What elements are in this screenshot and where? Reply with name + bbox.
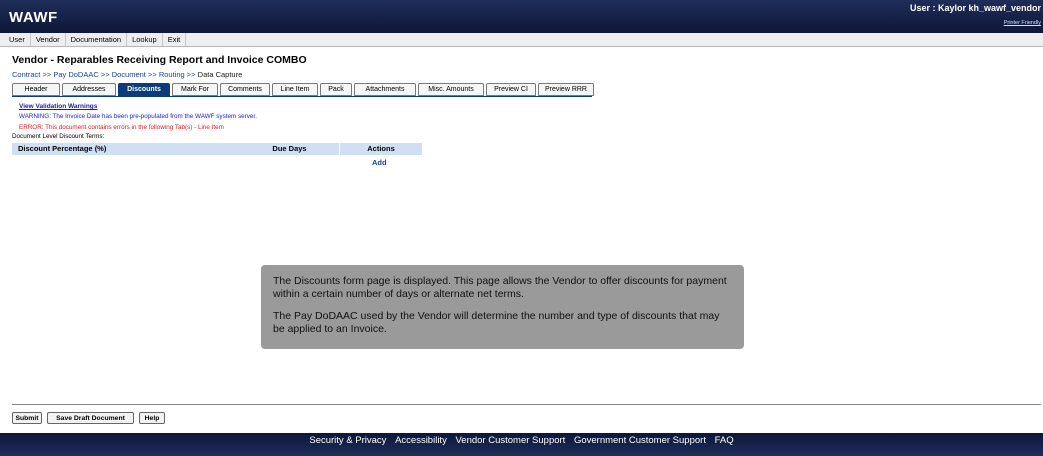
tab-line-item[interactable]: Line Item	[272, 83, 318, 96]
tab-addresses[interactable]: Addresses	[62, 83, 116, 96]
divider	[12, 404, 1041, 405]
tab-preview-rrr[interactable]: Preview RRR	[538, 83, 594, 96]
tab-discounts[interactable]: Discounts	[118, 83, 170, 96]
tab-comments[interactable]: Comments	[220, 83, 270, 96]
breadcrumb-current: Data Capture	[197, 70, 243, 79]
menu-bar: User Vendor Documentation Lookup Exit	[0, 33, 1043, 47]
printer-friendly-link[interactable]: Printer Friendly	[1004, 20, 1041, 26]
top-banner: WAWF User : Kaylor kh_wawf_vendor Printe…	[0, 0, 1043, 33]
help-button[interactable]: Help	[139, 412, 165, 424]
footer-accessibility-link[interactable]: Accessibility	[395, 433, 447, 448]
tutorial-callout: The Discounts form page is displayed. Th…	[261, 265, 744, 349]
menu-lookup[interactable]: Lookup	[127, 33, 163, 46]
save-draft-button[interactable]: Save Draft Document	[47, 412, 134, 424]
tab-pack[interactable]: Pack	[320, 83, 352, 96]
tab-misc-amounts[interactable]: Misc. Amounts	[418, 83, 484, 96]
view-validation-warnings-link[interactable]: View Validation Warnings	[19, 103, 97, 110]
breadcrumb-document[interactable]: Document	[112, 70, 146, 79]
menu-user[interactable]: User	[0, 33, 31, 46]
discount-terms-label: Document Level Discount Terms:	[12, 133, 105, 140]
callout-paragraph-1: The Discounts form page is displayed. Th…	[273, 275, 727, 300]
menu-documentation[interactable]: Documentation	[66, 33, 128, 46]
breadcrumb-routing[interactable]: Routing	[159, 70, 185, 79]
breadcrumb-separator: >>	[147, 70, 157, 79]
breadcrumb-pay-dodaac[interactable]: Pay DoDAAC	[53, 70, 98, 79]
breadcrumb-contract[interactable]: Contract	[12, 70, 40, 79]
breadcrumb: Contract >> Pay DoDAAC >> Document >> Ro…	[12, 70, 242, 79]
error-message: ERROR: This document contains errors in …	[19, 124, 224, 131]
breadcrumb-separator: >>	[186, 70, 196, 79]
tab-underline	[12, 96, 592, 97]
breadcrumb-separator: >>	[42, 70, 52, 79]
callout-paragraph-2: The Pay DoDAAC used by the Vendor will d…	[273, 310, 720, 335]
page-title: Vendor - Reparables Receiving Report and…	[12, 54, 307, 66]
menu-exit[interactable]: Exit	[163, 33, 187, 46]
add-discount-link[interactable]: Add	[372, 158, 387, 167]
footer-vendor-support-link[interactable]: Vendor Customer Support	[455, 433, 565, 448]
column-header-due-days: Due Days	[240, 143, 340, 155]
tab-mark-for[interactable]: Mark For	[172, 83, 218, 96]
footer-security-privacy-link[interactable]: Security & Privacy	[309, 433, 386, 448]
breadcrumb-separator: >>	[100, 70, 110, 79]
column-header-actions: Actions	[340, 143, 423, 155]
submit-button[interactable]: Submit	[12, 412, 42, 424]
tab-attachments[interactable]: Attachments	[354, 83, 416, 96]
warning-message: WARNING: The Invoice Date has been pre-p…	[19, 113, 257, 120]
app-logo: WAWF	[9, 9, 58, 26]
user-label: User : Kaylor kh_wawf_vendor	[909, 3, 1041, 13]
footer-government-support-link[interactable]: Government Customer Support	[574, 433, 706, 448]
column-header-discount-percentage: Discount Percentage (%)	[12, 143, 246, 155]
footer-bar: Security & Privacy Accessibility Vendor …	[0, 433, 1043, 456]
tab-header[interactable]: Header	[12, 83, 60, 96]
footer-faq-link[interactable]: FAQ	[715, 433, 734, 448]
tab-preview-ci[interactable]: Preview CI	[486, 83, 536, 96]
menu-vendor[interactable]: Vendor	[31, 33, 66, 46]
